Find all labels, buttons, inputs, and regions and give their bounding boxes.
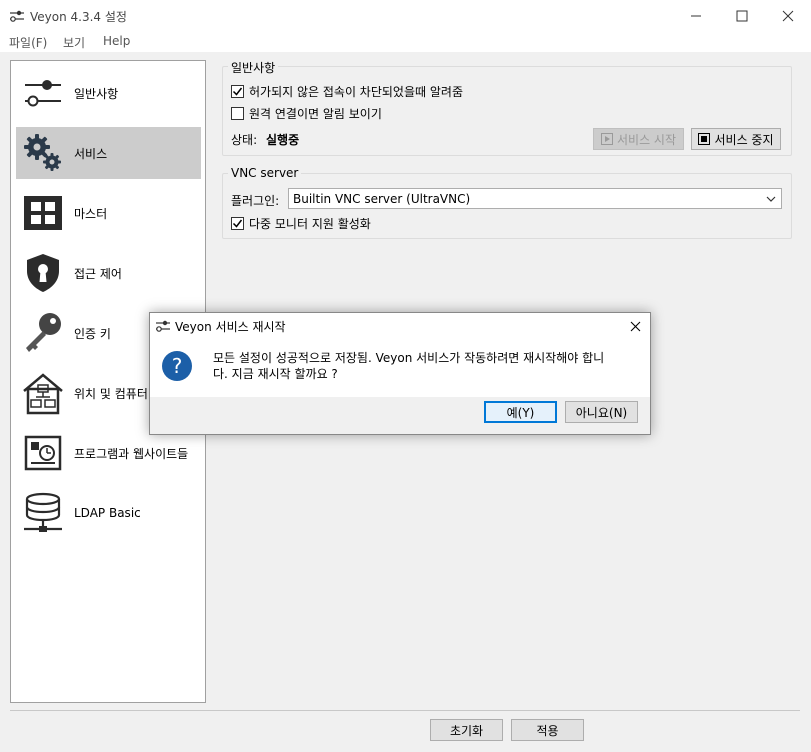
stop-service-button[interactable]: 서비스 중지 [691,128,781,150]
multi-monitor-checkbox[interactable] [231,217,244,230]
stop-icon [698,133,711,145]
veyon-app-icon [155,319,171,336]
minimize-button[interactable] [673,0,719,31]
sidebar-item-label: 위치 및 컴퓨터 [74,386,148,401]
reset-button[interactable]: 초기화 [430,719,503,741]
minimize-icon [691,15,701,16]
yes-button[interactable]: 예(Y) [484,401,557,423]
status-label: 상태: [231,133,258,147]
dialog-message-line2: 다. 지금 재시작 할까요 ? [213,367,338,381]
plugin-select[interactable]: Builtin VNC server (UltraVNC) [288,188,782,209]
grid-icon [21,191,65,235]
notify-remote-label: 원격 연결이면 알림 보이기 [249,107,382,121]
sidebar-item-label: 인증 키 [74,326,111,341]
app-clock-icon [21,431,65,475]
dialog-close-button[interactable] [624,315,646,337]
house-computers-icon [21,371,65,415]
close-icon [630,321,640,331]
notify-remote-checkbox[interactable] [231,107,244,120]
stop-service-label: 서비스 중지 [714,132,774,147]
plugin-select-value: Builtin VNC server (UltraVNC) [293,191,471,206]
maximize-icon [736,10,748,21]
dialog-title: Veyon 서비스 재시작 [175,320,286,334]
question-icon: ? [161,350,193,385]
notify-blocked-label: 허가되지 않은 접속이 차단되었을때 알려줌 [249,85,463,99]
checkmark-icon [232,219,243,228]
sidebar-item-label: 서비스 [74,146,108,161]
start-service-label: 서비스 시작 [616,132,676,147]
key-icon [21,311,65,355]
gears-icon [21,131,65,175]
status-value: 실행중 [266,133,300,147]
general-group-title: 일반사항 [228,59,279,76]
no-button[interactable]: 아니요(N) [565,401,638,423]
notify-blocked-checkbox[interactable] [231,85,244,98]
menu-view[interactable]: 보기 [63,34,85,51]
menu-file[interactable]: 파일(F) [9,34,47,51]
shield-lock-icon [21,251,65,295]
checkmark-icon [232,87,243,96]
window-title: Veyon 4.3.4 설정 [30,10,127,24]
sidebar-item-label: 일반사항 [74,86,119,101]
sidebar-item-ldap-basic[interactable]: LDAP Basic [16,487,201,539]
sidebar-item-label: LDAP Basic [74,506,141,520]
svg-text:?: ? [172,354,183,378]
sidebar-item-label: 프로그램과 웹사이트들 [74,446,189,461]
restart-dialog: Veyon 서비스 재시작 ? 모든 설정이 성공적으로 저장됨. Veyon … [149,312,651,435]
notify-blocked-row[interactable]: 허가되지 않은 접속이 차단되었을때 알려줌 [231,83,463,100]
sliders-icon [21,71,65,115]
plugin-label: 플러그인: [231,194,280,208]
apply-button[interactable]: 적용 [511,719,584,741]
start-service-button[interactable]: 서비스 시작 [593,128,684,150]
database-network-icon [21,491,65,535]
close-button[interactable] [765,0,811,31]
vnc-group-title: VNC server [228,166,302,180]
play-icon [600,133,613,145]
sidebar-item-label: 접근 제어 [74,266,122,281]
close-icon [782,10,794,21]
veyon-app-icon [9,9,25,23]
notify-remote-row[interactable]: 원격 연결이면 알림 보이기 [231,105,382,122]
dialog-message-line1: 모든 설정이 성공적으로 저장됨. Veyon 서비스가 작동하려면 재시작해야… [213,351,605,365]
footer-divider [10,710,800,711]
sidebar-item-service[interactable]: 서비스 [16,127,201,179]
sidebar-item-access-control[interactable]: 접근 제어 [16,247,201,299]
sidebar-item-general[interactable]: 일반사항 [16,67,201,119]
maximize-button[interactable] [719,0,765,31]
menu-help[interactable]: Help [103,34,130,48]
multi-monitor-row[interactable]: 다중 모니터 지원 활성화 [231,215,371,232]
multi-monitor-label: 다중 모니터 지원 활성화 [249,217,371,231]
chevron-down-icon [766,196,776,202]
sidebar-item-label: 마스터 [74,206,108,221]
sidebar-item-master[interactable]: 마스터 [16,187,201,239]
